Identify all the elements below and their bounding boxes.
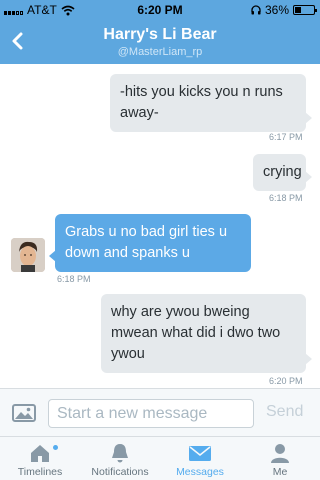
status-right: 36% [251, 3, 317, 17]
avatar-photo-icon [11, 238, 45, 272]
message-text: why are ywou bweing mwean what did i dwo… [111, 304, 281, 362]
battery-icon [293, 5, 317, 15]
home-icon [31, 445, 49, 462]
envelope-icon [189, 446, 211, 461]
tab-label: Notifications [91, 466, 149, 478]
message-timestamp: 6:18 PM [57, 274, 91, 284]
avatar[interactable] [11, 238, 45, 272]
conversation-title: Harry's Li Bear [103, 26, 217, 43]
battery-percent: 36% [264, 3, 289, 17]
message-text: crying [263, 164, 302, 180]
message-bubble-incoming: Grabs u no bad girl ties u down and span… [49, 214, 251, 272]
tab-label: Messages [176, 466, 224, 478]
message-composer: Send [0, 388, 320, 436]
message-text: -hits you kicks you n runs away- [120, 84, 283, 121]
tab-timelines[interactable]: Timelines [0, 437, 80, 480]
message-thread[interactable]: -hits you kicks you n runs away- 6:17 PM… [0, 64, 320, 388]
message-bubble-outgoing: crying [253, 154, 312, 191]
tab-label: Timelines [17, 466, 63, 478]
conversation-header: Harry's Li Bear @MasterLiam_rp [0, 20, 320, 64]
photo-icon[interactable] [12, 403, 36, 423]
message-timestamp: 6:18 PM [269, 193, 303, 203]
message-bubble-outgoing: why are ywou bweing mwean what did i dwo… [101, 294, 312, 373]
message-input[interactable] [48, 399, 254, 428]
bell-icon [112, 444, 128, 463]
tab-bar: Timelines Notifications Messages Me [0, 436, 320, 480]
headphones-icon [251, 5, 261, 15]
tab-label: Me [272, 466, 288, 478]
conversation-username: @MasterLiam_rp [117, 46, 203, 58]
message-timestamp: 6:17 PM [269, 132, 303, 142]
message-timestamp: 6:20 PM [269, 376, 303, 386]
tab-notifications[interactable]: Notifications [80, 437, 160, 480]
message-text: Grabs u no bad girl ties u down and span… [65, 224, 228, 261]
tab-me[interactable]: Me [240, 437, 320, 480]
status-bar: AT&T 6:20 PM 36% [0, 0, 320, 20]
tab-messages[interactable]: Messages [160, 437, 240, 480]
message-bubble-outgoing: -hits you kicks you n runs away- [110, 74, 312, 132]
person-icon [271, 444, 289, 463]
send-button[interactable]: Send [266, 403, 303, 421]
notification-dot [53, 445, 58, 450]
